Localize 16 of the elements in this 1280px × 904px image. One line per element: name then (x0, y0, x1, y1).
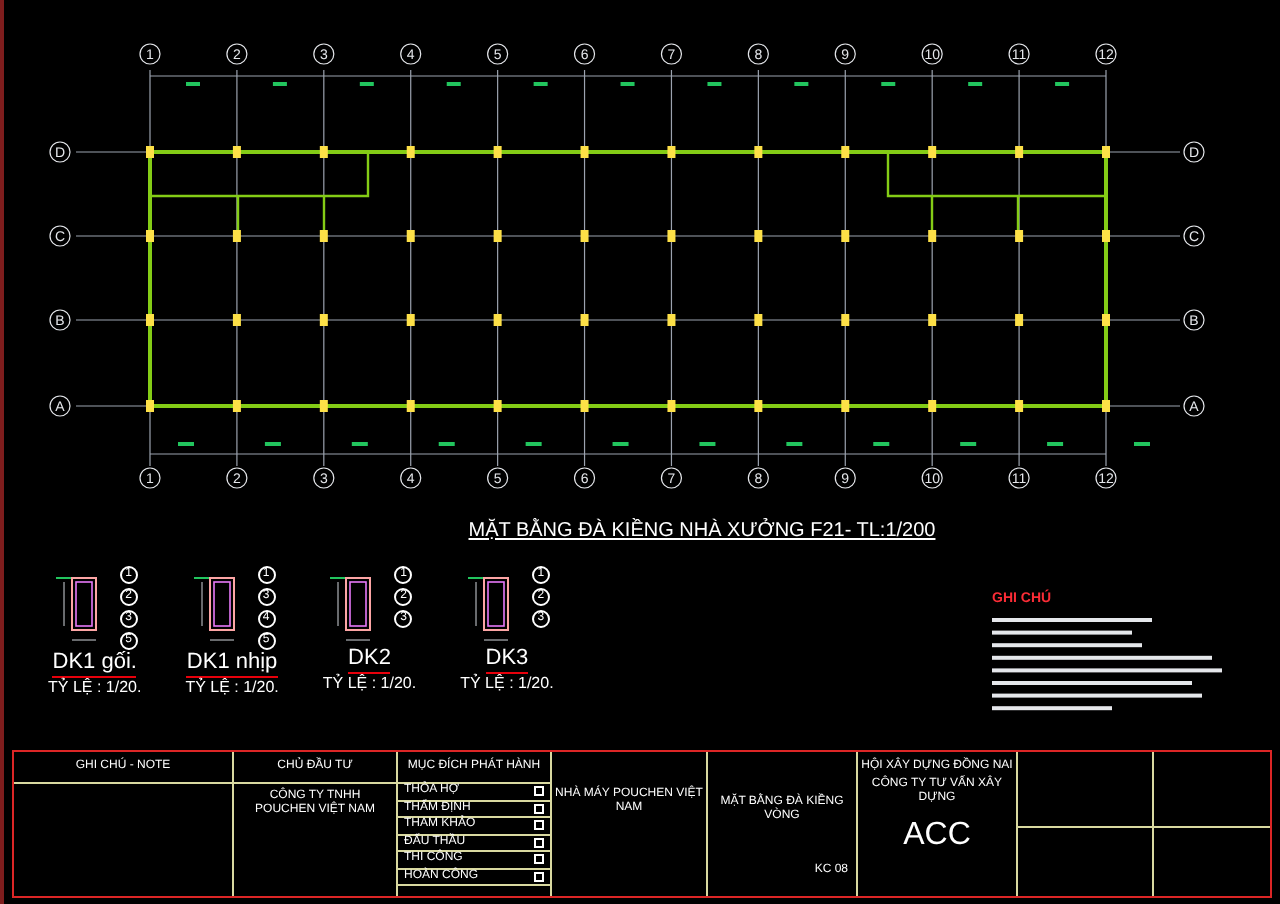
checkbox[interactable] (534, 803, 544, 814)
section-title: DK3 (485, 646, 529, 674)
company-logo: ACC (903, 816, 971, 856)
section-scale: TỶ LỆ : 1/20. (460, 674, 554, 694)
checkbox[interactable] (534, 786, 544, 797)
checkbox[interactable] (534, 854, 544, 865)
section-scale: TỶ LỆ : 1/20. (185, 678, 279, 698)
section-scale: TỶ LỆ : 1/20. (48, 678, 142, 698)
plan-title: MẶT BẰNG ĐÀ KIỀNG NHÀ XƯỞNG F21- TL:1/200 (468, 516, 936, 546)
checkbox[interactable] (534, 820, 544, 831)
section-title: DK1 gối. (52, 650, 137, 678)
checkbox[interactable] (534, 871, 544, 882)
section-scale: TỶ LỆ : 1/20. (322, 674, 417, 694)
section-title: DK2 (348, 646, 391, 674)
checkbox[interactable] (534, 837, 544, 848)
section-title: DK1 nhịp (186, 650, 278, 678)
